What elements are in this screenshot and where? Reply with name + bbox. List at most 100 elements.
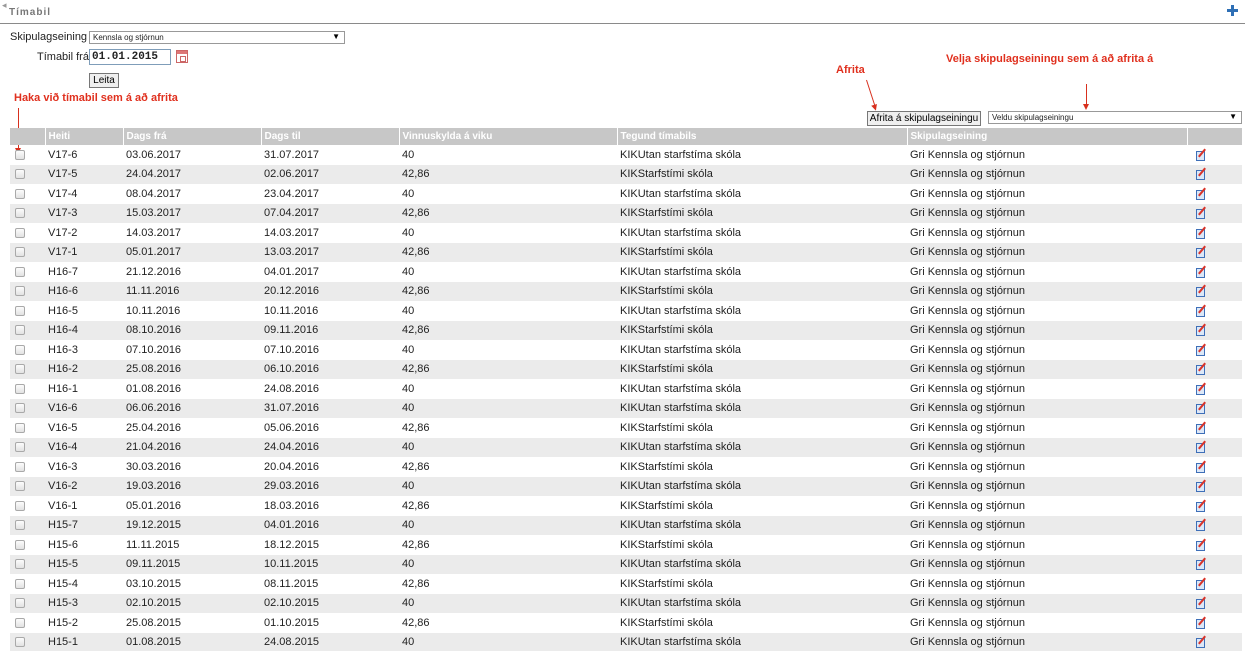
column-header-unit[interactable]: Skipulagseining (907, 128, 1188, 145)
cell-name: H15-2 (48, 616, 78, 629)
cell-date-to: 07.04.2017 (261, 203, 399, 223)
edit-icon[interactable] (1196, 421, 1208, 434)
cell-date-to: 10.11.2016 (264, 304, 319, 317)
cell-date-from: 21.12.2016 (126, 265, 182, 278)
column-header-name[interactable]: Heiti (45, 128, 124, 145)
cell-weekly-hours: 40 (402, 265, 415, 278)
row-checkbox[interactable] (15, 500, 25, 511)
edit-icon[interactable] (1196, 148, 1208, 161)
cell-period-type: KIKStarfstími skóla (617, 242, 907, 262)
row-checkbox[interactable] (15, 442, 25, 453)
row-checkbox[interactable] (15, 403, 25, 414)
cell-unit: Gri Kennsla og stjórnun (910, 343, 1025, 356)
row-checkbox[interactable] (15, 461, 25, 472)
edit-icon[interactable] (1196, 167, 1208, 181)
row-checkbox[interactable] (15, 266, 25, 277)
column-header-date-to[interactable]: Dags til (261, 128, 400, 145)
edit-icon[interactable] (1196, 596, 1208, 610)
cell-period-type: KIKStarfstími skóla (617, 164, 907, 184)
calendar-icon[interactable] (176, 50, 188, 63)
row-select-cell (10, 145, 45, 165)
row-checkbox[interactable] (15, 149, 25, 160)
from-date-input[interactable]: 01.01.2015 (89, 49, 171, 65)
row-checkbox[interactable] (15, 364, 25, 375)
edit-icon[interactable] (1196, 440, 1208, 454)
table-row: H16-1 01.08.2016 24.08.2016 40 KIKUtan starf… (10, 379, 1242, 399)
cell-weekly-hours: 40 (402, 187, 415, 200)
edit-icon[interactable] (1196, 557, 1208, 571)
row-edit-cell (1187, 242, 1242, 262)
row-checkbox[interactable] (15, 559, 25, 570)
edit-icon[interactable] (1196, 323, 1208, 337)
edit-icon[interactable] (1196, 343, 1208, 356)
row-checkbox[interactable] (15, 208, 25, 219)
row-checkbox[interactable] (15, 247, 25, 258)
row-checkbox[interactable] (15, 520, 25, 531)
row-checkbox[interactable] (15, 539, 25, 550)
cell-date-from: 10.11.2016 (126, 304, 181, 317)
edit-icon[interactable] (1196, 187, 1208, 200)
table-row: V17-1 05.01.2017 13.03.2017 42,86 KIKStarfst… (10, 242, 1242, 262)
row-checkbox[interactable] (15, 578, 25, 589)
cell-date-to: 31.07.2017 (264, 148, 320, 161)
cell-name: H15-6 (48, 538, 78, 551)
copy-to-unit-button[interactable]: Afrita á skipulagseiningu (867, 111, 981, 126)
cell-date-from: 08.10.2016 (123, 320, 261, 340)
cell-weekly-hours: 40 (399, 476, 617, 496)
row-checkbox[interactable] (15, 305, 25, 316)
annotation-arrow-copy (866, 79, 876, 107)
edit-icon[interactable] (1196, 206, 1208, 220)
search-button[interactable]: Leita (89, 73, 119, 88)
target-unit-select[interactable]: Veldu skipulagseiningu ▼ (988, 111, 1242, 124)
row-checkbox[interactable] (15, 598, 25, 609)
row-checkbox[interactable] (15, 286, 25, 297)
row-checkbox[interactable] (15, 188, 25, 199)
row-edit-cell (1187, 262, 1242, 282)
cell-unit: Gri Kennsla og stjórnun (910, 538, 1025, 551)
edit-icon[interactable] (1196, 577, 1208, 590)
table-row: H15-7 19.12.2015 04.01.2016 40 KIKUtan starf… (10, 515, 1242, 535)
unit-filter-select[interactable]: Kennsla og stjórnun ▼ (89, 31, 345, 44)
edit-icon[interactable] (1196, 265, 1208, 278)
row-checkbox[interactable] (15, 481, 25, 492)
cell-period-type: KIKUtan starfstíma skóla (620, 304, 742, 317)
edit-icon[interactable] (1196, 635, 1208, 649)
column-header-weekly-hours[interactable]: Vinnuskylda á viku (399, 128, 618, 145)
edit-icon[interactable] (1196, 460, 1208, 473)
cell-weekly-hours: 42,86 (399, 359, 617, 379)
cell-name: V16-4 (45, 437, 123, 457)
edit-icon[interactable] (1196, 304, 1208, 317)
edit-icon[interactable] (1196, 479, 1208, 493)
cell-period-type: KIKUtan starfstíma skóla (617, 632, 907, 651)
edit-icon[interactable] (1196, 284, 1208, 298)
table-row: H15-3 02.10.2015 02.10.2015 40 KIKUtan starf… (10, 593, 1242, 613)
row-checkbox[interactable] (15, 227, 25, 238)
row-checkbox[interactable] (15, 344, 25, 355)
edit-icon[interactable] (1196, 401, 1208, 415)
cell-unit: Gri Kennsla og stjórnun (907, 476, 1187, 496)
row-select-cell (10, 340, 45, 360)
cell-date-to: 20.04.2016 (264, 460, 320, 473)
row-checkbox[interactable] (15, 325, 25, 336)
row-checkbox[interactable] (15, 383, 25, 394)
row-checkbox[interactable] (15, 169, 25, 180)
edit-icon[interactable] (1196, 616, 1208, 629)
row-checkbox[interactable] (15, 637, 25, 648)
row-select-cell (10, 632, 45, 651)
column-header-date-from[interactable]: Dags frá (123, 128, 262, 145)
edit-icon[interactable] (1196, 226, 1208, 239)
row-checkbox[interactable] (15, 422, 25, 433)
plus-icon[interactable] (1226, 4, 1239, 17)
cell-date-to: 18.12.2015 (264, 538, 320, 551)
row-select-cell (10, 496, 45, 516)
column-header-period-type[interactable]: Tegund tímabils (617, 128, 908, 145)
row-checkbox[interactable] (15, 617, 25, 628)
cell-date-from: 01.08.2016 (126, 382, 182, 395)
cell-weekly-hours: 42,86 (399, 242, 617, 262)
edit-icon[interactable] (1196, 362, 1208, 376)
edit-icon[interactable] (1196, 245, 1208, 259)
edit-icon[interactable] (1196, 382, 1208, 395)
edit-icon[interactable] (1196, 538, 1208, 551)
edit-icon[interactable] (1196, 518, 1208, 532)
edit-icon[interactable] (1196, 499, 1208, 512)
